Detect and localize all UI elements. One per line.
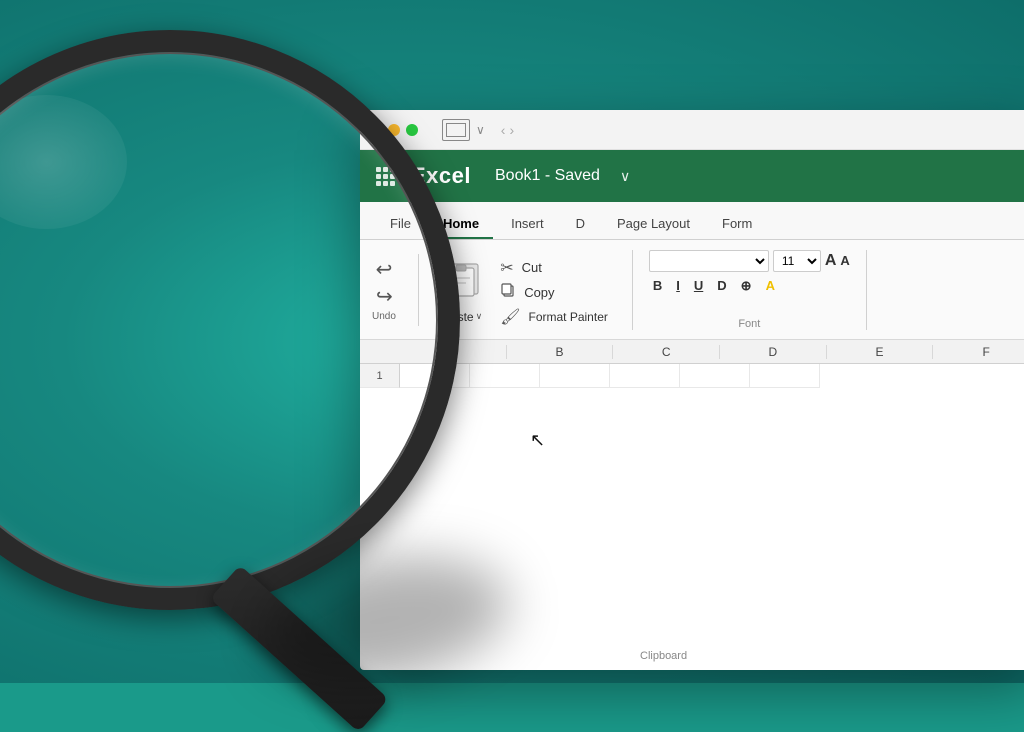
- title-controls: ∨: [442, 119, 485, 141]
- traffic-lights: [370, 124, 418, 136]
- tab-file[interactable]: File: [376, 210, 425, 239]
- app-bar: Excel Book1 - Saved ∨: [360, 150, 1024, 202]
- grid-dot: [383, 174, 388, 179]
- paste-section: Paste ∨: [433, 250, 492, 330]
- undo-section: ↩ ↩ Undo: [372, 257, 396, 322]
- tab-home[interactable]: Home: [429, 210, 493, 239]
- cut-label: Cut: [522, 260, 542, 275]
- redo-icon[interactable]: ↩: [376, 284, 393, 309]
- cell-d1[interactable]: [610, 364, 680, 388]
- paste-label: Paste: [443, 310, 474, 324]
- title-dropdown-icon[interactable]: ∨: [620, 168, 630, 185]
- cell-b1[interactable]: [470, 364, 540, 388]
- forward-arrow-icon[interactable]: ›: [509, 122, 514, 138]
- cell-a1[interactable]: [400, 364, 470, 388]
- tab-insert[interactable]: Insert: [497, 210, 558, 239]
- document-title: Book1 - Saved: [495, 167, 600, 185]
- grid-dot: [390, 174, 395, 179]
- app-name: Excel: [411, 163, 471, 189]
- grid-dot: [376, 181, 381, 186]
- font-group: 11 A A B I U D ⊕ A Font: [649, 250, 867, 330]
- cells-row-1: [400, 364, 820, 388]
- title-bar: ∨ ‹ ›: [360, 110, 1024, 150]
- underline-button[interactable]: I: [672, 276, 684, 295]
- paste-label-row: Paste ∨: [443, 310, 482, 324]
- format-painter-label: Format Painter: [529, 310, 608, 324]
- grid-dot: [376, 167, 381, 172]
- excel-window: ∨ ‹ › Excel Book1 - Saved ∨: [360, 110, 1024, 670]
- bold-button[interactable]: B: [649, 276, 666, 295]
- format-painter-row[interactable]: 🖌 Format Painter: [500, 307, 608, 327]
- font-size-select[interactable]: 11: [773, 250, 821, 272]
- clipboard-group-label: Clipboard: [640, 650, 687, 662]
- title-chevron-icon: ∨: [476, 123, 485, 137]
- undo-label: Undo: [372, 311, 396, 322]
- clipboard-group: Paste ∨ ✂ Cut: [433, 250, 633, 330]
- font-extra1[interactable]: D: [713, 276, 730, 295]
- maximize-button[interactable]: [406, 124, 418, 136]
- tab-page-layout[interactable]: Page Layout: [603, 210, 704, 239]
- scene: ∨ ‹ › Excel Book1 - Saved ∨: [0, 0, 1024, 683]
- paste-dropdown-icon[interactable]: ∨: [476, 311, 483, 322]
- paste-icon[interactable]: [444, 256, 482, 304]
- col-header-f: F: [933, 345, 1024, 359]
- cut-row[interactable]: ✂ Cut: [500, 258, 608, 278]
- ribbon-tabs: File Home Insert D Page Layout Form: [360, 202, 1024, 240]
- nav-arrows: ‹ ›: [501, 122, 514, 138]
- grid-dot: [376, 174, 381, 179]
- font-top-row: 11 A A: [649, 250, 850, 272]
- font-format-row: B I U D ⊕ A: [649, 276, 850, 296]
- format-painter-icon: 🖌: [500, 307, 520, 327]
- font-highlight[interactable]: A: [762, 276, 779, 295]
- minimize-button[interactable]: [388, 124, 400, 136]
- cell-c1[interactable]: [540, 364, 610, 388]
- grid-dot: [390, 167, 395, 172]
- tab-form[interactable]: Form: [708, 210, 766, 239]
- font-family-select[interactable]: [649, 250, 769, 272]
- cell-f1[interactable]: [750, 364, 820, 388]
- app-grid-icon: [376, 167, 395, 186]
- row-number-1: 1: [360, 364, 400, 388]
- col-header-d: D: [720, 345, 827, 359]
- cut-icon: ✂: [500, 258, 513, 278]
- font-group-label: Font: [649, 318, 850, 330]
- undo-icon[interactable]: ↩: [376, 257, 393, 282]
- strikethrough-button[interactable]: U: [690, 276, 707, 295]
- copy-row[interactable]: Copy: [500, 282, 608, 303]
- copy-icon: [500, 282, 516, 303]
- row-1: 1: [360, 364, 1024, 388]
- grid-dot: [390, 181, 395, 186]
- col-header-a: A: [400, 345, 507, 359]
- col-headers: A B C D E F: [360, 340, 1024, 364]
- close-button[interactable]: [370, 124, 382, 136]
- cell-e1[interactable]: [680, 364, 750, 388]
- cut-copy-section: ✂ Cut Copy: [492, 250, 616, 330]
- col-header-b: B: [507, 345, 614, 359]
- grid-dot: [383, 181, 388, 186]
- ribbon-toolbar: ↩ ↩ Undo: [360, 240, 1024, 340]
- copy-label: Copy: [524, 285, 554, 300]
- font-extra2[interactable]: ⊕: [737, 276, 756, 296]
- divider: [418, 254, 419, 326]
- font-shrink-button[interactable]: A: [840, 253, 849, 268]
- back-arrow-icon[interactable]: ‹: [501, 122, 506, 138]
- tab-d[interactable]: D: [562, 210, 599, 239]
- window-layout-icon: [442, 119, 470, 141]
- col-header-c: C: [613, 345, 720, 359]
- font-grow-button[interactable]: A: [825, 252, 837, 270]
- grid-dot: [383, 167, 388, 172]
- col-header-e: E: [827, 345, 934, 359]
